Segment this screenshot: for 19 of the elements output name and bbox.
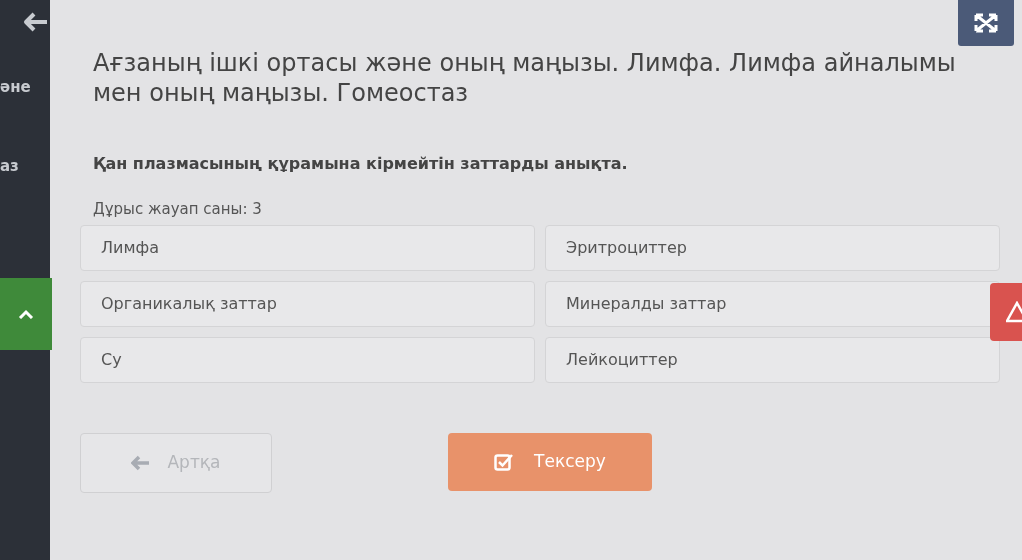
sidebar-item[interactable]: әне	[0, 76, 50, 99]
answer-option[interactable]: Лимфа	[80, 224, 535, 271]
checkbox-icon	[494, 452, 515, 471]
answer-count: Дұрыс жауап саны: 3	[93, 199, 263, 220]
fullscreen-button[interactable]	[958, 0, 1014, 46]
answer-option[interactable]: Органикалық заттар	[80, 280, 535, 327]
back-icon[interactable]	[22, 10, 50, 34]
answer-option[interactable]: Лейкоциттер	[545, 336, 1000, 383]
question-text: Қан плазмасының құрамына кірмейтін заттарды анықта.	[93, 153, 629, 175]
report-button[interactable]	[990, 283, 1022, 341]
expand-icon	[973, 12, 999, 34]
answer-option[interactable]: Минералды заттар	[545, 280, 1000, 327]
chevron-up-icon	[18, 309, 34, 319]
arrow-left-icon	[131, 454, 152, 471]
warning-icon	[1006, 301, 1022, 323]
sidebar-item[interactable]: аз	[0, 154, 50, 177]
answer-option[interactable]: Эритроциттер	[545, 224, 1000, 271]
lesson-title: Ағзаның ішкі ортасы және оның маңызы. Лимфа. Лимфа айналымы мен оның маңызы. Гомеостаз	[93, 48, 957, 108]
answer-option[interactable]: Су	[80, 336, 535, 383]
